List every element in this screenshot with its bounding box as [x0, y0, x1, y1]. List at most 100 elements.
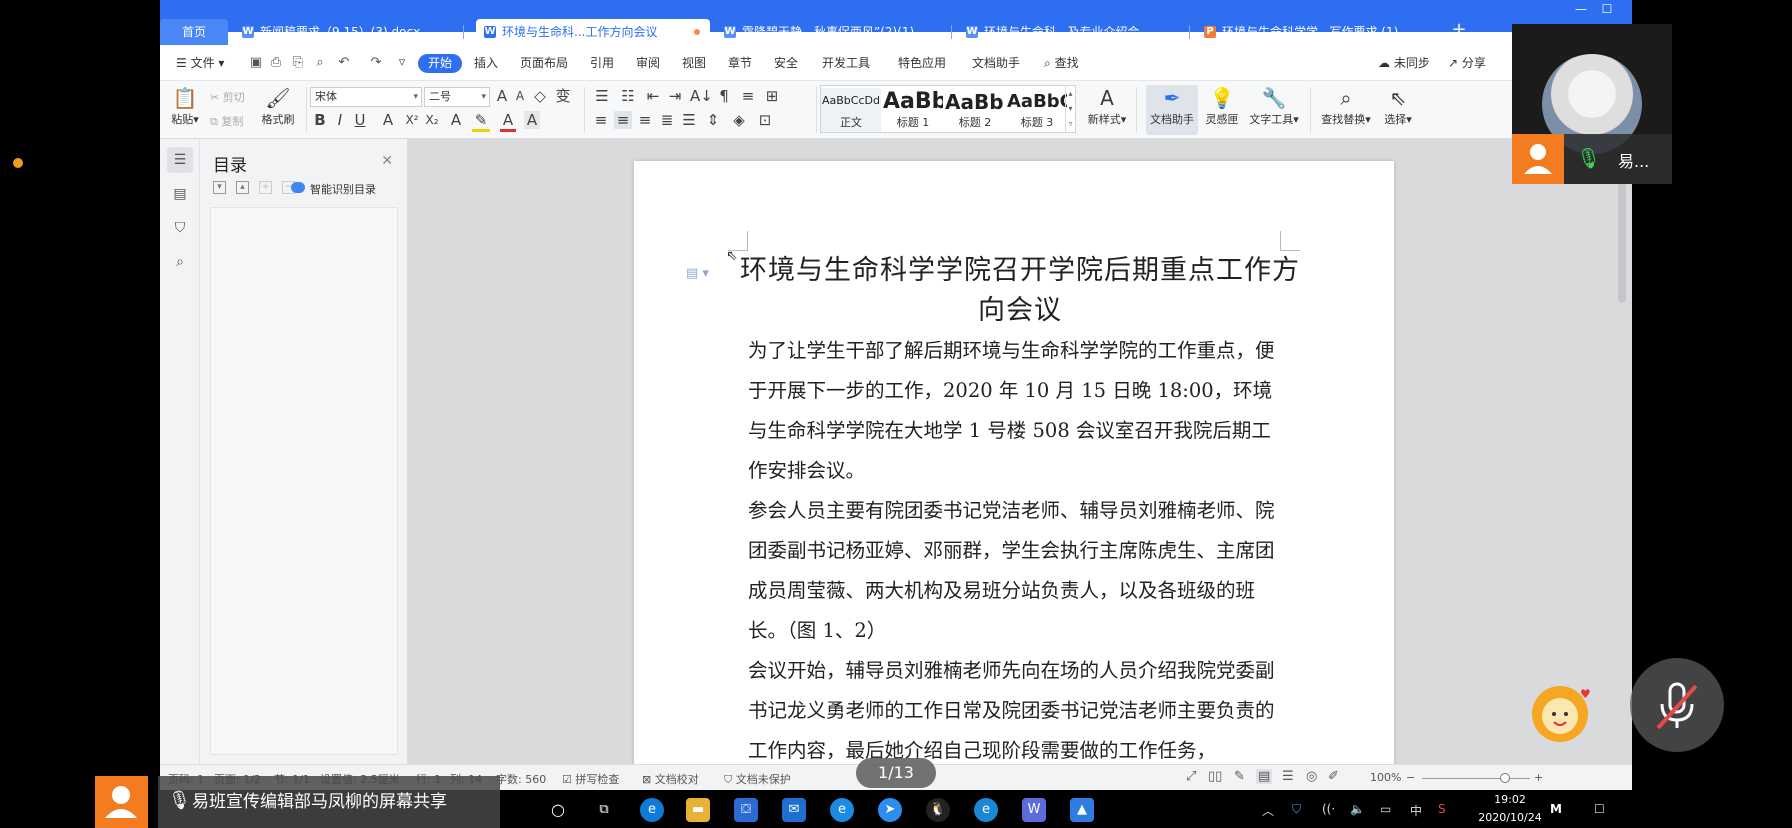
- distributed-icon[interactable]: ☰: [680, 111, 698, 129]
- mail-icon[interactable]: ✉: [782, 798, 806, 822]
- participant-video-tile[interactable]: 🎙 易...: [1512, 24, 1672, 184]
- align-center-icon[interactable]: ≡: [614, 111, 632, 129]
- cut-button[interactable]: ✂ 剪切: [210, 89, 245, 105]
- customize-icon[interactable]: ▿: [394, 55, 410, 71]
- char-shading-icon[interactable]: A: [524, 111, 540, 129]
- new-tab-icon[interactable]: +: [1450, 21, 1468, 39]
- ie-alt-icon[interactable]: e: [974, 798, 998, 822]
- export-icon[interactable]: ⎙: [268, 55, 284, 71]
- show-marks-icon[interactable]: ¶: [716, 87, 732, 105]
- style-normal[interactable]: AaBbCcDd 正文: [821, 88, 881, 132]
- save-icon[interactable]: ▣: [248, 55, 264, 71]
- web-view-icon[interactable]: ◎: [1306, 769, 1317, 784]
- clock-time[interactable]: 19:02: [1480, 793, 1540, 806]
- close-icon[interactable]: ✕: [381, 153, 393, 169]
- expand-all-icon[interactable]: ▾: [213, 181, 226, 194]
- tab-major-intro[interactable]: W 环境与生命科...及专业介绍会: [958, 19, 1190, 45]
- sogou-ime-icon[interactable]: S: [1438, 802, 1446, 816]
- proofread-button[interactable]: ⊠ 文档校对: [642, 771, 699, 787]
- copy-button[interactable]: ⧉ 复制: [210, 113, 243, 129]
- vertical-scrollbar[interactable]: [1618, 183, 1626, 303]
- microphone-icon[interactable]: 🎙: [168, 790, 191, 811]
- style-heading-3[interactable]: AaBbC 标题 3: [1007, 88, 1067, 132]
- strikethrough-icon[interactable]: A: [380, 111, 396, 129]
- phonetic-icon[interactable]: 变: [554, 87, 572, 105]
- style-heading-1[interactable]: AaBb 标题 1: [883, 88, 943, 132]
- sort-icon[interactable]: A↓: [690, 87, 713, 105]
- body-paragraph[interactable]: 为了让学生干部了解后期环境与生命科学学院的工作重点，便于开展下一步的工作，202…: [748, 331, 1288, 491]
- bookmark-panel-icon[interactable]: ⛉: [167, 215, 193, 241]
- find-panel-icon[interactable]: ⌕: [167, 249, 193, 275]
- decrease-indent-icon[interactable]: ⇤: [644, 87, 662, 105]
- menu-home[interactable]: 开始: [418, 54, 463, 73]
- highlight-icon[interactable]: ✎: [472, 111, 490, 132]
- menu-doc-assistant[interactable]: 文档助手: [966, 54, 1026, 73]
- microphone-icon[interactable]: 🎙: [1576, 146, 1601, 170]
- line-spacing-icon[interactable]: ≡: [738, 87, 758, 105]
- edit-mode-icon[interactable]: ✎: [1234, 769, 1245, 784]
- spell-check-button[interactable]: ☑ 拼写检查: [562, 771, 619, 787]
- cortana-icon[interactable]: ○: [546, 798, 570, 822]
- tab-home[interactable]: 首页: [160, 19, 228, 45]
- doc-assistant-button[interactable]: ✒ 文档助手: [1146, 85, 1198, 135]
- thumbnail-panel-icon[interactable]: ▤: [167, 181, 193, 207]
- share-button[interactable]: ↗ 分享: [1442, 54, 1492, 73]
- minimize-icon[interactable]: —: [1570, 0, 1592, 18]
- task-view-icon[interactable]: ⧉: [592, 798, 616, 822]
- menu-view[interactable]: 视图: [676, 54, 712, 73]
- menu-chapter[interactable]: 章节: [722, 54, 758, 73]
- add-heading-icon[interactable]: +: [259, 181, 272, 194]
- volume-icon[interactable]: 🔈: [1350, 802, 1365, 816]
- wps-taskbar-icon[interactable]: W: [1022, 798, 1046, 822]
- wifi-icon[interactable]: ((·: [1322, 802, 1335, 816]
- reading-mode-icon[interactable]: ▯▯: [1208, 769, 1222, 784]
- battery-icon[interactable]: ▭: [1380, 802, 1391, 816]
- font-size-select[interactable]: 二号: [424, 87, 490, 107]
- subscript-icon[interactable]: X₂: [424, 111, 440, 129]
- file-menu[interactable]: ☰ 文件 ▾: [170, 54, 230, 73]
- clock-date[interactable]: 2020/10/24: [1468, 811, 1552, 824]
- mute-button[interactable]: [1630, 658, 1724, 752]
- toc-panel-icon[interactable]: ☰: [167, 147, 193, 173]
- shrink-font-icon[interactable]: A: [512, 87, 528, 105]
- menu-insert[interactable]: 插入: [468, 54, 504, 73]
- select-button[interactable]: ⇖ 选择▾: [1378, 85, 1418, 127]
- zoom-out-icon[interactable]: −: [1406, 771, 1415, 784]
- new-style-button[interactable]: A 新样式▾: [1084, 85, 1130, 127]
- menu-features[interactable]: 特色应用: [892, 54, 952, 73]
- maximize-icon[interactable]: ☐: [1596, 0, 1618, 18]
- align-left-icon[interactable]: ≡: [592, 111, 610, 129]
- collapse-all-icon[interactable]: ▴: [236, 181, 249, 194]
- writing-mode-icon[interactable]: ✐: [1328, 769, 1339, 784]
- bullet-list-icon[interactable]: ☰: [592, 87, 612, 105]
- smart-toc-button[interactable]: 智能识别目录: [310, 181, 376, 197]
- notification-badge-icon[interactable]: M: [1550, 802, 1562, 816]
- store-icon[interactable]: ⛋: [734, 798, 758, 822]
- style-heading-2[interactable]: AaBb( 标题 2: [945, 88, 1005, 132]
- file-explorer-icon[interactable]: ▬: [686, 798, 710, 822]
- text-tools-button[interactable]: 🔧 文字工具▾: [1246, 85, 1302, 127]
- menu-security[interactable]: 安全: [768, 54, 804, 73]
- zoom-level[interactable]: 100%: [1370, 771, 1401, 784]
- ie-browser-icon[interactable]: e: [830, 798, 854, 822]
- text-effect-icon[interactable]: A: [448, 111, 464, 129]
- tab-news-requirements[interactable]: W 新闻稿要求（9.15）(3).docx: [234, 19, 464, 45]
- fullscreen-icon[interactable]: ⤢: [1186, 769, 1196, 784]
- print-icon[interactable]: ⎘: [290, 55, 306, 71]
- feishu-icon[interactable]: ➤: [878, 798, 902, 822]
- sync-status[interactable]: ☁ 未同步: [1372, 54, 1436, 73]
- document-body[interactable]: 为了让学生干部了解后期环境与生命科学学院的工作重点，便于开展下一步的工作，202…: [748, 331, 1288, 764]
- numbered-list-icon[interactable]: ☷: [618, 87, 638, 105]
- undo-icon[interactable]: ↶: [336, 55, 352, 71]
- page-view-icon[interactable]: ▤: [1256, 769, 1273, 784]
- tab-frost-descent[interactable]: W 霜降碧天静，秋事促西风”(2)(1): [716, 19, 952, 45]
- underline-icon[interactable]: U: [352, 111, 368, 129]
- superscript-icon[interactable]: X²: [404, 111, 420, 129]
- grow-font-icon[interactable]: A: [494, 87, 510, 105]
- menu-review[interactable]: 审阅: [630, 54, 666, 73]
- zoom-in-icon[interactable]: +: [1534, 771, 1543, 784]
- body-paragraph[interactable]: 参会人员主要有院团委书记党洁老师、辅导员刘雅楠老师、院团委副书记杨亚婷、邓丽群，…: [748, 491, 1288, 651]
- action-center-icon[interactable]: ☐: [1594, 802, 1605, 816]
- bold-icon[interactable]: B: [312, 111, 328, 129]
- ime-indicator[interactable]: 中: [1410, 802, 1422, 819]
